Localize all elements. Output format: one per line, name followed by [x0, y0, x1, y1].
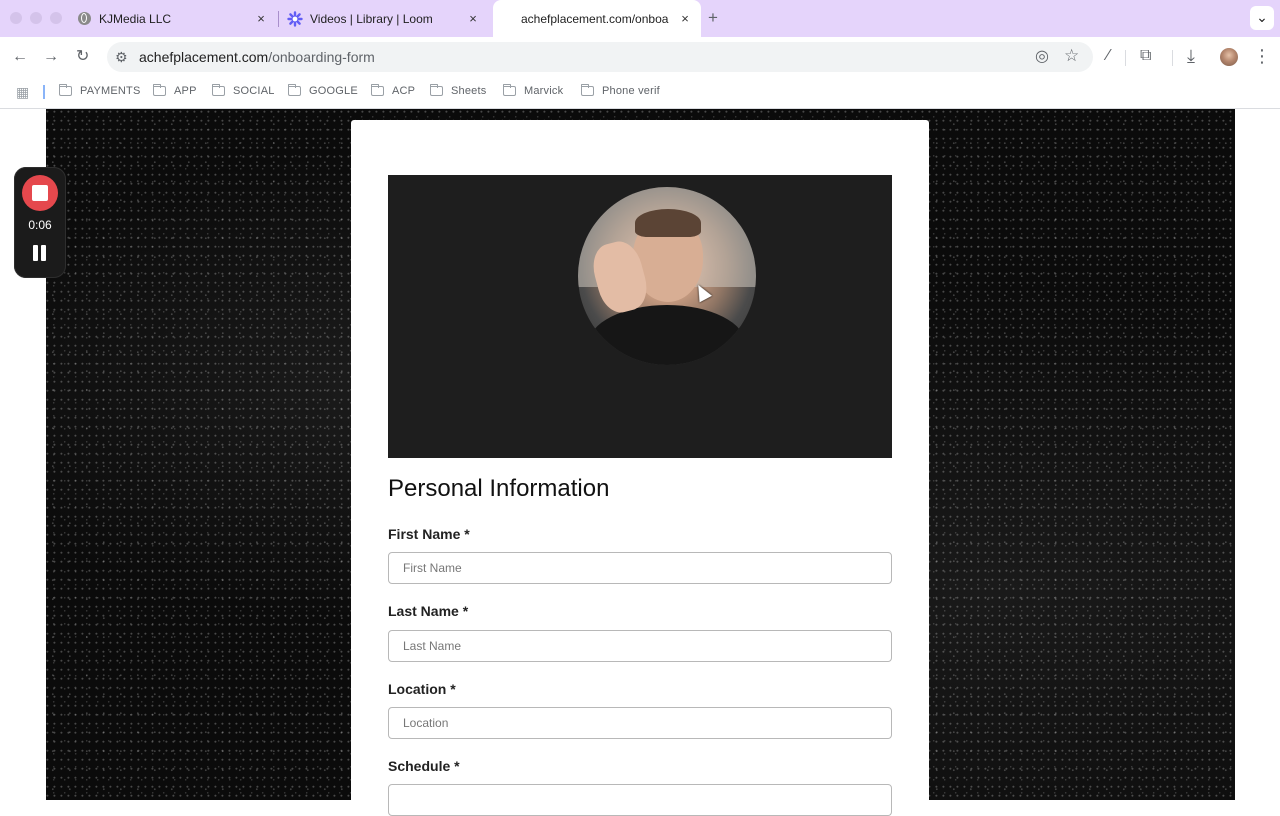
window-zoom-dot[interactable]: [50, 12, 62, 24]
url-path: /onboarding-form: [268, 49, 375, 65]
close-icon[interactable]: ×: [253, 11, 269, 26]
tab-kjmedia[interactable]: KJMedia LLC ×: [70, 0, 275, 37]
globe-icon: [78, 12, 91, 25]
bookmark-star-icon[interactable]: ☆: [1064, 47, 1079, 64]
stop-recording-button[interactable]: [22, 175, 58, 211]
first-name-label: First Name *: [388, 526, 470, 542]
section-title: Personal Information: [388, 475, 610, 502]
bookmark-payments[interactable]: PAYMENTS: [59, 84, 141, 97]
intro-video[interactable]: [388, 175, 892, 458]
bookmark-app[interactable]: APP: [153, 84, 197, 97]
bookmark-google[interactable]: GOOGLE: [288, 84, 358, 97]
schedule-input[interactable]: [388, 784, 892, 816]
tab-title: achefplacement.com/onboard: [521, 11, 669, 26]
tab-loom[interactable]: Videos | Library | Loom ×: [281, 0, 491, 37]
new-tab-button[interactable]: +: [708, 9, 718, 26]
folder-icon: [371, 84, 384, 96]
folder-icon: [153, 84, 166, 96]
presenter-video-bubble: [578, 187, 756, 365]
bookmark-divider: [43, 85, 45, 99]
eye-off-icon[interactable]: ◎: [1035, 49, 1049, 65]
window-close-dot[interactable]: [10, 12, 22, 24]
toolbar-divider: [1172, 50, 1173, 66]
tab-strip: KJMedia LLC × Videos | Library | Loom × …: [0, 0, 1280, 37]
tab-separator: [278, 11, 279, 27]
address-bar[interactable]: ⚙ achefplacement.com/onboarding-form ◎ ☆: [107, 42, 1093, 72]
bookmark-label: GOOGLE: [309, 85, 358, 97]
folder-icon: [288, 84, 301, 96]
pen-icon[interactable]: ⁄: [1107, 48, 1110, 64]
tab-title: KJMedia LLC: [99, 11, 172, 26]
bookmark-label: PAYMENTS: [80, 85, 141, 97]
bookmark-social[interactable]: SOCIAL: [212, 84, 275, 97]
forward-button[interactable]: →: [43, 49, 59, 65]
schedule-label: Schedule *: [388, 758, 460, 774]
bookmark-label: Sheets: [451, 85, 487, 97]
folder-icon: [503, 84, 516, 96]
first-name-input[interactable]: [388, 552, 892, 584]
folder-icon: [212, 84, 225, 96]
tab-title: Videos | Library | Loom: [310, 11, 433, 26]
bookmark-label: ACP: [392, 85, 416, 97]
loom-recorder-controls: 0:06: [14, 167, 66, 278]
apps-grid-icon[interactable]: ▦: [16, 84, 29, 100]
tab-search-button[interactable]: ⌄: [1250, 6, 1274, 30]
reload-button[interactable]: ↻: [76, 49, 89, 65]
download-icon[interactable]: ⤓: [1187, 47, 1195, 65]
onboarding-form-card: Personal Information First Name * Last N…: [351, 120, 929, 816]
last-name-label: Last Name *: [388, 603, 469, 619]
page-margin-right: [1235, 109, 1280, 800]
folder-icon: [581, 84, 594, 96]
bookmark-phone-verif[interactable]: Phone verif: [581, 84, 660, 97]
site-info-icon[interactable]: ⚙: [115, 49, 128, 65]
bookmark-label: APP: [174, 85, 197, 97]
bookmark-acp[interactable]: ACP: [371, 84, 416, 97]
avatar[interactable]: [1220, 48, 1238, 66]
toolbar-divider: [1125, 50, 1126, 66]
bookmarks-bar: ▦ PAYMENTS APP SOCIAL GOOGLE ACP Sheets …: [0, 77, 1280, 109]
location-label: Location *: [388, 681, 456, 697]
last-name-input[interactable]: [388, 630, 892, 662]
folder-icon: [430, 84, 443, 96]
tab-onboarding-form[interactable]: achefplacement.com/onboard ×: [493, 0, 701, 37]
bookmark-label: SOCIAL: [233, 85, 275, 97]
loom-icon: [287, 10, 303, 27]
window-minimize-dot[interactable]: [30, 12, 42, 24]
bookmark-label: Phone verif: [602, 85, 660, 97]
folder-icon: [59, 84, 72, 96]
recording-timer: 0:06: [28, 218, 52, 232]
extensions-icon[interactable]: ⧉: [1140, 48, 1151, 64]
pause-icon[interactable]: [33, 245, 47, 261]
url-domain: achefplacement.com: [139, 49, 269, 65]
menu-icon[interactable]: ⋮: [1253, 47, 1271, 65]
bookmark-label: Marvick: [524, 85, 564, 97]
url-text[interactable]: achefplacement.com/onboarding-form: [139, 49, 375, 65]
close-icon[interactable]: ×: [677, 11, 693, 26]
bookmark-sheets[interactable]: Sheets: [430, 84, 487, 97]
back-button[interactable]: ←: [12, 49, 28, 65]
bookmark-marvick[interactable]: Marvick: [503, 84, 564, 97]
browser-toolbar: ← → ↻ ⚙ achefplacement.com/onboarding-fo…: [0, 37, 1280, 77]
close-icon[interactable]: ×: [465, 11, 481, 26]
location-input[interactable]: [388, 707, 892, 739]
